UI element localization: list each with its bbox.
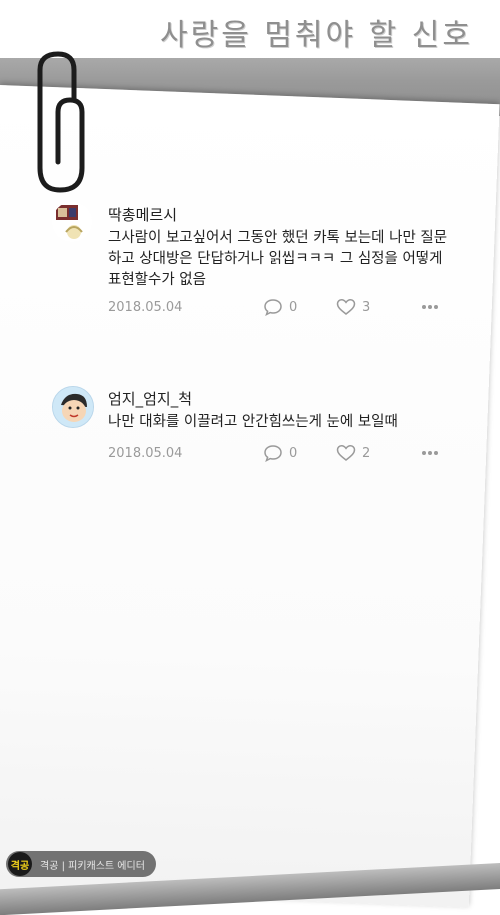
comment-meta: 2018.05.04 0 3	[108, 298, 448, 320]
comment-date: 2018.05.04	[108, 446, 183, 461]
reply-count: 0	[289, 299, 298, 315]
reply-button[interactable]: 0	[263, 298, 297, 316]
more-options-button[interactable]	[420, 298, 440, 316]
comment-username[interactable]: 딱총메르시	[108, 204, 177, 225]
watermark-badge: 격공 격공 | 피키캐스트 에디터	[6, 851, 156, 877]
avatar[interactable]	[52, 202, 92, 242]
like-count: 2	[362, 445, 371, 461]
speech-bubble-icon	[263, 444, 283, 462]
paperclip-icon	[10, 40, 110, 200]
comment-username[interactable]: 엄지_엄지_척	[108, 388, 192, 409]
watermark-logo: 격공	[8, 852, 32, 876]
heart-icon	[336, 444, 356, 462]
more-options-button[interactable]	[420, 444, 440, 462]
avatar[interactable]	[52, 386, 94, 428]
comment-meta: 2018.05.04 0 2	[108, 444, 448, 466]
page-title: 사랑을 멈춰야 할 신호	[160, 18, 474, 50]
like-button[interactable]: 3	[336, 298, 370, 316]
ellipsis-icon	[420, 298, 440, 316]
comment-date: 2018.05.04	[108, 300, 183, 315]
speech-bubble-icon	[263, 298, 283, 316]
heart-icon	[336, 298, 356, 316]
comment-text: 나만 대화를 이끌려고 안간힘쓰는게 눈에 보일때	[108, 414, 398, 430]
reply-count: 0	[289, 445, 298, 461]
reply-button[interactable]: 0	[263, 444, 297, 462]
comment-text: 그사람이 보고싶어서 그동안 했던 카톡 보는데 나만 질문하고 상대방은 단답…	[108, 230, 448, 288]
watermark-text: 격공 | 피키캐스트 에디터	[40, 860, 145, 872]
like-button[interactable]: 2	[336, 444, 370, 462]
like-count: 3	[362, 299, 371, 315]
ellipsis-icon	[420, 444, 440, 462]
